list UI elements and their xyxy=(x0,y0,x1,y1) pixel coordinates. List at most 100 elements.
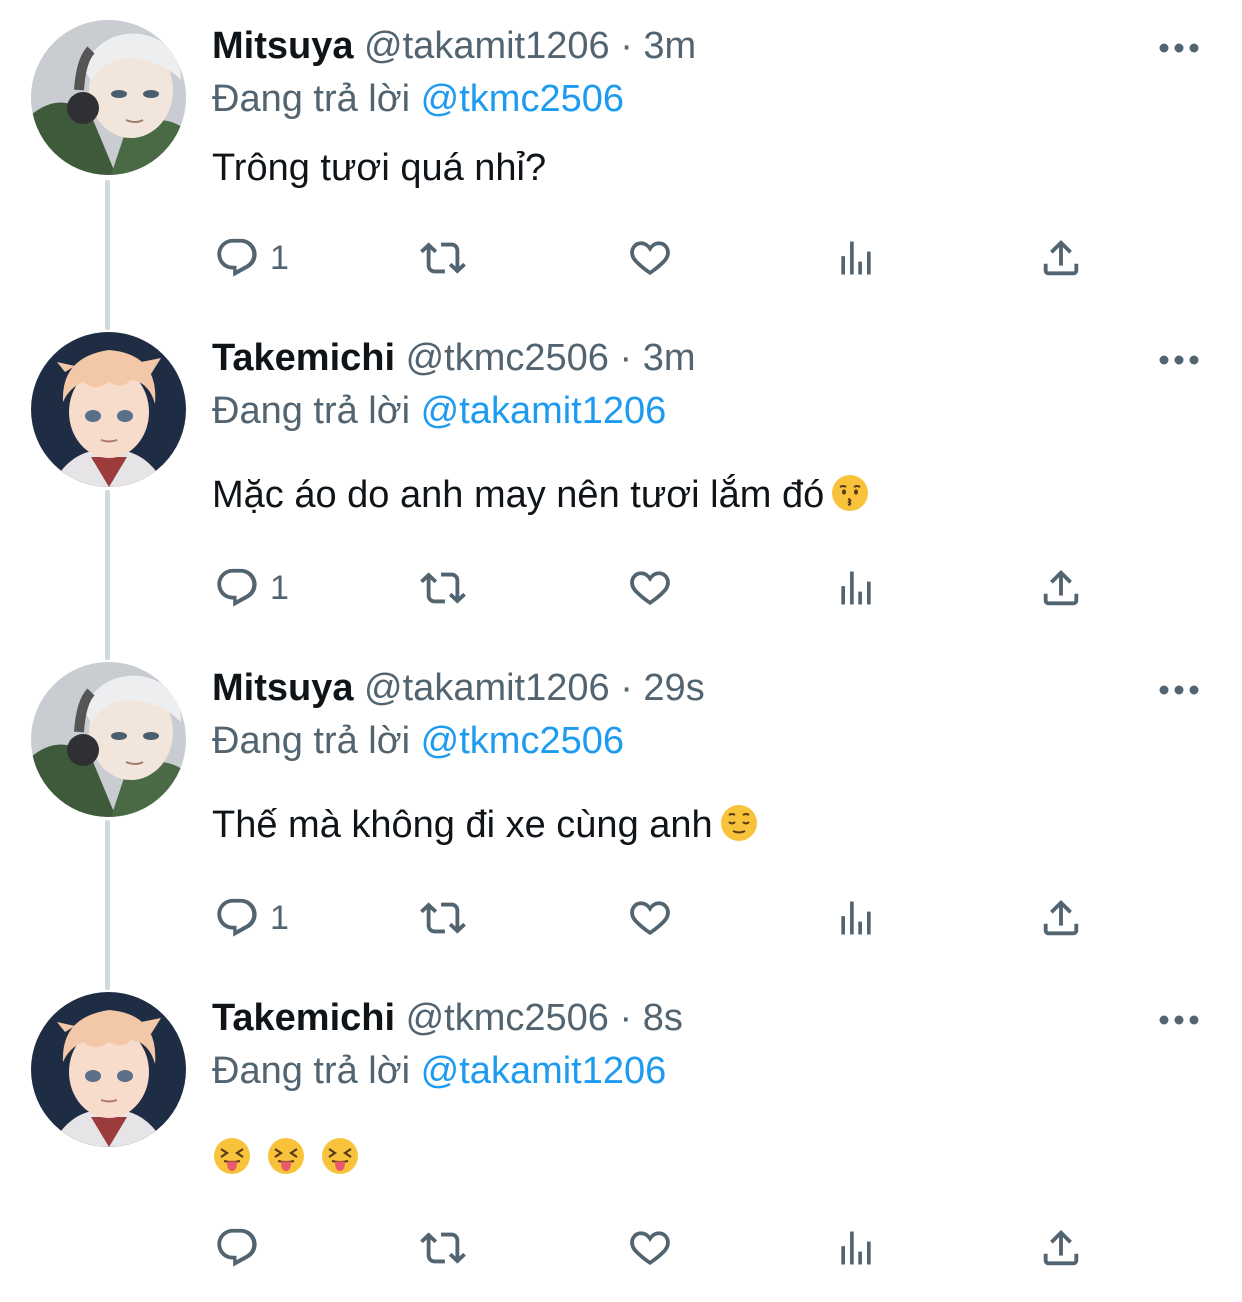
views-icon xyxy=(841,901,871,935)
retweet-icon xyxy=(420,242,466,274)
views-button[interactable] xyxy=(834,560,878,616)
reply-button[interactable]: 1 xyxy=(214,890,289,946)
like-button[interactable] xyxy=(626,560,674,616)
tweet-text: Thế mà không đi xe cùng anh xyxy=(212,799,759,851)
replying-to: Đang trả lời @tkmc2506 xyxy=(212,75,624,123)
retweet-button[interactable] xyxy=(416,230,470,286)
tweet-text: Trông tươi quá nhỉ? xyxy=(212,142,546,194)
timestamp[interactable]: 8s xyxy=(643,997,683,1039)
views-button[interactable] xyxy=(834,230,878,286)
timestamp[interactable]: 3m xyxy=(643,337,696,379)
display-name[interactable]: Mitsuya xyxy=(212,25,353,67)
views-button[interactable] xyxy=(834,1220,878,1276)
reply-count: 1 xyxy=(270,568,289,607)
reply-icon xyxy=(217,568,257,607)
reply-icon xyxy=(217,238,257,277)
mention-link[interactable]: @takamit1206 xyxy=(421,390,667,432)
like-button[interactable] xyxy=(626,890,674,946)
reply-button[interactable] xyxy=(214,1220,270,1276)
tweet-text-content: Mặc áo do anh may nên tươi lắm đó xyxy=(212,474,825,516)
like-button[interactable] xyxy=(626,1220,674,1276)
like-button[interactable] xyxy=(626,230,674,286)
reply-count: 1 xyxy=(270,238,289,277)
mention-link[interactable]: @takamit1206 xyxy=(421,1050,667,1092)
replying-to: Đang trả lời @takamit1206 xyxy=(212,1047,666,1095)
timestamp[interactable]: 29s xyxy=(643,667,704,709)
heart-icon xyxy=(630,901,670,936)
share-icon xyxy=(1043,899,1079,936)
squinting-tongue-face-emoji xyxy=(268,1138,304,1174)
tweet-text-content: Trông tươi quá nhỉ? xyxy=(212,147,547,189)
retweet-icon xyxy=(420,572,466,604)
tweet-text: Mặc áo do anh may nên tươi lắm đó xyxy=(212,469,870,521)
retweet-button[interactable] xyxy=(416,1220,470,1276)
share-icon xyxy=(1043,1229,1079,1266)
share-button[interactable] xyxy=(1038,890,1084,946)
avatar-takemichi[interactable] xyxy=(31,332,186,487)
mention-link[interactable]: @tkmc2506 xyxy=(421,78,624,120)
more-icon[interactable] xyxy=(1158,1010,1200,1030)
replying-prefix: Đang trả lời xyxy=(212,390,411,432)
tweet-header: Takemichi @tkmc2506 · 8s xyxy=(212,994,683,1042)
avatar-takemichi[interactable] xyxy=(31,992,186,1147)
views-icon xyxy=(841,571,871,605)
tweet[interactable]: Mitsuya @takamit1206 · 3m Đang trả lời @… xyxy=(0,0,1242,330)
reply-icon xyxy=(217,898,257,937)
tweet-header: Mitsuya @takamit1206 · 29s xyxy=(212,664,705,712)
reply-count: 1 xyxy=(270,898,289,937)
separator: · xyxy=(619,337,633,379)
action-bar xyxy=(0,1220,1242,1276)
avatar-mitsuya[interactable] xyxy=(31,20,186,175)
tweet[interactable]: Mitsuya @takamit1206 · 29s Đang trả lời … xyxy=(0,642,1242,972)
replying-to: Đang trả lời @takamit1206 xyxy=(212,387,666,435)
more-icon[interactable] xyxy=(1158,38,1200,58)
separator: · xyxy=(619,997,633,1039)
tweet-text xyxy=(212,1132,374,1184)
tweet-header: Takemichi @tkmc2506 · 3m xyxy=(212,334,696,382)
reply-button[interactable]: 1 xyxy=(214,560,289,616)
separator: · xyxy=(620,25,633,67)
views-icon xyxy=(841,1231,871,1265)
user-handle[interactable]: @tkmc2506 xyxy=(406,997,609,1039)
action-bar: 1 xyxy=(0,560,1242,616)
tweet[interactable]: Takemichi @tkmc2506 · 8s Đang trả lời @t… xyxy=(0,972,1242,1302)
squinting-tongue-face-emoji xyxy=(322,1138,358,1174)
relieved-face-emoji xyxy=(720,805,757,841)
more-icon[interactable] xyxy=(1158,680,1200,700)
user-handle[interactable]: @tkmc2506 xyxy=(406,337,609,379)
action-bar: 1 xyxy=(0,230,1242,286)
views-button[interactable] xyxy=(834,890,878,946)
replying-to: Đang trả lời @tkmc2506 xyxy=(212,717,624,765)
share-button[interactable] xyxy=(1038,1220,1084,1276)
tweet[interactable]: Takemichi @tkmc2506 · 3m Đang trả lời @t… xyxy=(0,312,1242,642)
kissing-face-emoji xyxy=(832,475,869,511)
timestamp[interactable]: 3m xyxy=(643,25,696,67)
reply-icon xyxy=(217,1228,257,1267)
retweet-button[interactable] xyxy=(416,890,470,946)
more-icon[interactable] xyxy=(1158,350,1200,370)
reply-button[interactable]: 1 xyxy=(214,230,289,286)
share-button[interactable] xyxy=(1038,230,1084,286)
display-name[interactable]: Takemichi xyxy=(212,997,395,1039)
retweet-button[interactable] xyxy=(416,560,470,616)
heart-icon xyxy=(630,241,670,276)
tweet-header: Mitsuya @takamit1206 · 3m xyxy=(212,22,696,70)
heart-icon xyxy=(630,571,670,606)
user-handle[interactable]: @takamit1206 xyxy=(364,25,610,67)
squinting-tongue-face-emoji xyxy=(214,1138,250,1174)
action-bar: 1 xyxy=(0,890,1242,946)
display-name[interactable]: Mitsuya xyxy=(212,667,353,709)
avatar-mitsuya[interactable] xyxy=(31,662,186,817)
share-button[interactable] xyxy=(1038,560,1084,616)
user-handle[interactable]: @takamit1206 xyxy=(364,667,610,709)
replying-prefix: Đang trả lời xyxy=(212,720,411,762)
share-icon xyxy=(1043,569,1079,606)
display-name[interactable]: Takemichi xyxy=(212,337,395,379)
replying-prefix: Đang trả lời xyxy=(212,78,411,120)
replying-prefix: Đang trả lời xyxy=(212,1050,411,1092)
tweet-text-content: Thế mà không đi xe cùng anh xyxy=(212,804,713,846)
retweet-icon xyxy=(420,1232,466,1264)
mention-link[interactable]: @tkmc2506 xyxy=(421,720,624,762)
separator: · xyxy=(620,667,633,709)
heart-icon xyxy=(630,1231,670,1266)
